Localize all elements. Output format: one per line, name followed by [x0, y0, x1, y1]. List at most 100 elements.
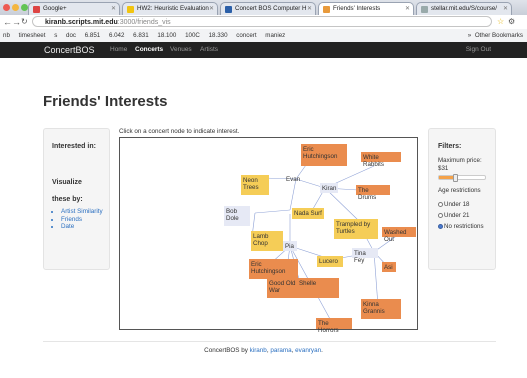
close-tab-icon[interactable]: ✕	[209, 3, 214, 15]
bookmark-item[interactable]: 6.042	[109, 32, 124, 39]
price-slider[interactable]	[438, 174, 486, 182]
tab-label: Concert BOS Computer H	[235, 5, 307, 12]
bookmark-item[interactable]: s	[54, 32, 57, 39]
forward-icon[interactable]: →	[12, 16, 21, 28]
zoom-window-icon[interactable]	[21, 4, 28, 11]
bookmark-item[interactable]: doc	[66, 32, 76, 39]
concert-node[interactable]: The Horrors	[316, 318, 352, 334]
radio-icon[interactable]	[438, 213, 443, 218]
close-tab-icon[interactable]: ✕	[503, 3, 508, 15]
artist-similarity-link[interactable]: Artist Similarity	[61, 208, 103, 216]
date-link[interactable]: Date	[61, 223, 103, 231]
friends-link[interactable]: Friends	[61, 216, 103, 224]
concert-node[interactable]: Kinna Grannis	[361, 299, 401, 319]
close-tab-icon[interactable]: ✕	[111, 3, 116, 15]
page-title: Friends' Interests	[43, 93, 168, 110]
friend-node[interactable]: Pia	[283, 241, 297, 251]
close-window-icon[interactable]	[3, 4, 10, 11]
artist-node[interactable]: Lucero	[317, 256, 343, 267]
friend-node[interactable]: Evan	[284, 174, 302, 184]
tab-google-plus[interactable]: Google+ ✕	[28, 2, 120, 15]
friend-node[interactable]: Bob Dole	[224, 206, 250, 226]
site-icon	[225, 6, 232, 13]
price-slider-handle[interactable]	[453, 174, 459, 182]
concert-node[interactable]: Shelle	[297, 278, 339, 298]
radio-no-restrictions[interactable]: No restrictions	[438, 223, 484, 231]
concert-node[interactable]: Washed Out	[382, 227, 416, 243]
concert-node[interactable]: White Rabbits	[361, 152, 401, 168]
these-by-heading: these by:	[52, 196, 83, 203]
tab-stellar[interactable]: stellar.mit.edu/S/course/ ✕	[416, 2, 512, 15]
sign-out-link[interactable]: Sign Out	[466, 42, 491, 58]
node-label: Kinna Grannis	[363, 301, 385, 315]
browser-tab-strip: Google+ ✕ HW2: Heuristic Evaluation ✕ Co…	[0, 0, 527, 15]
nav-home[interactable]: Home	[110, 42, 127, 58]
node-label: Eric Hutchingson	[303, 146, 338, 160]
tab-hw2[interactable]: HW2: Heuristic Evaluation ✕	[122, 2, 218, 15]
bookmark-item[interactable]: 6.851	[85, 32, 100, 39]
back-icon[interactable]: ←	[3, 16, 12, 28]
bookmark-item[interactable]: maniez	[265, 32, 285, 39]
node-label: White Rabbits	[363, 154, 384, 168]
radio-under-18[interactable]: Under 18	[438, 201, 469, 209]
node-label: Asi	[384, 264, 393, 271]
radio-label: Under 18	[444, 201, 470, 208]
url-field[interactable]: kiranb.scripts.mit.edu:3000/friends_vis	[32, 16, 492, 27]
instruction-text: Click on a concert node to indicate inte…	[119, 128, 240, 135]
visualize-heading: Visualize	[52, 179, 82, 186]
google-plus-icon	[33, 6, 40, 13]
node-label: Evan	[286, 176, 301, 183]
brand-logo[interactable]: ConcertBOS	[44, 42, 95, 58]
tab-concert-bos[interactable]: Concert BOS Computer H ✕	[220, 2, 316, 15]
concert-node[interactable]: Eric Hutchingson	[301, 144, 347, 166]
close-tab-icon[interactable]: ✕	[405, 3, 410, 15]
radio-icon[interactable]	[438, 202, 443, 207]
bookmark-item[interactable]: 6.831	[133, 32, 148, 39]
node-label: The Drums	[358, 187, 377, 201]
author-link[interactable]: parama	[270, 347, 291, 354]
friend-node[interactable]: Tina Fey	[352, 248, 378, 264]
tab-label: stellar.mit.edu/S/course/	[431, 5, 498, 12]
concert-node[interactable]: Eric Hutchingson	[249, 259, 298, 279]
nav-venues[interactable]: Venues	[170, 42, 192, 58]
radio-selected-icon[interactable]	[438, 224, 443, 229]
bookmark-item[interactable]: 18.330	[209, 32, 228, 39]
nav-artists[interactable]: Artists	[200, 42, 218, 58]
bookmark-item[interactable]: concert	[236, 32, 256, 39]
concert-node[interactable]: The Drums	[356, 185, 390, 201]
artist-node[interactable]: Lamb Chop	[251, 231, 283, 251]
author-link[interactable]: evanryan	[295, 347, 321, 354]
radio-under-21[interactable]: Under 21	[438, 212, 469, 220]
artist-node[interactable]: Nada Surf	[292, 208, 324, 219]
node-label: The Horrors	[318, 320, 339, 334]
reload-icon[interactable]: ↻	[21, 16, 28, 28]
nav-concerts[interactable]: Concerts	[135, 42, 163, 58]
other-bookmarks[interactable]: » Other Bookmarks	[468, 29, 523, 42]
node-label: Lucero	[319, 258, 338, 265]
bookmark-item[interactable]: 100C	[185, 32, 200, 39]
tab-friends-interests[interactable]: Friends' Interests ✕	[318, 2, 414, 15]
artist-node[interactable]: Trampled by Turtles	[334, 219, 378, 239]
radio-label: No restrictions	[444, 223, 484, 230]
artist-node[interactable]: Neon Trees	[241, 175, 269, 195]
minimize-window-icon[interactable]	[12, 4, 19, 11]
graph-edge	[373, 251, 379, 307]
friend-node[interactable]: Kiran	[320, 183, 338, 193]
star-icon[interactable]: ☆	[497, 16, 504, 28]
tab-label: Friends' Interests	[333, 5, 381, 12]
window-controls[interactable]	[3, 4, 28, 11]
url-host: kiranb.scripts.mit.edu	[45, 19, 118, 26]
radio-label: Under 21	[444, 212, 470, 219]
wrench-icon[interactable]: ⚙	[508, 16, 515, 28]
node-label: Kiran	[322, 185, 337, 192]
close-tab-icon[interactable]: ✕	[307, 3, 312, 15]
friends-graph[interactable]: Eric Hutchingson White Rabbits Neon Tree…	[119, 137, 418, 334]
bookmark-item[interactable]: timesheet	[19, 32, 46, 39]
other-bookmarks-label: Other Bookmarks	[474, 32, 523, 39]
author-link[interactable]: kiranb	[250, 347, 267, 354]
bookmark-item[interactable]: nb	[3, 32, 10, 39]
max-price-label: Maximum price:	[438, 157, 482, 164]
interest-sidebar: Interested in: Visualize these by: Artis…	[43, 128, 110, 270]
concert-node[interactable]: Asi	[382, 262, 396, 272]
bookmark-item[interactable]: 18.100	[157, 32, 176, 39]
